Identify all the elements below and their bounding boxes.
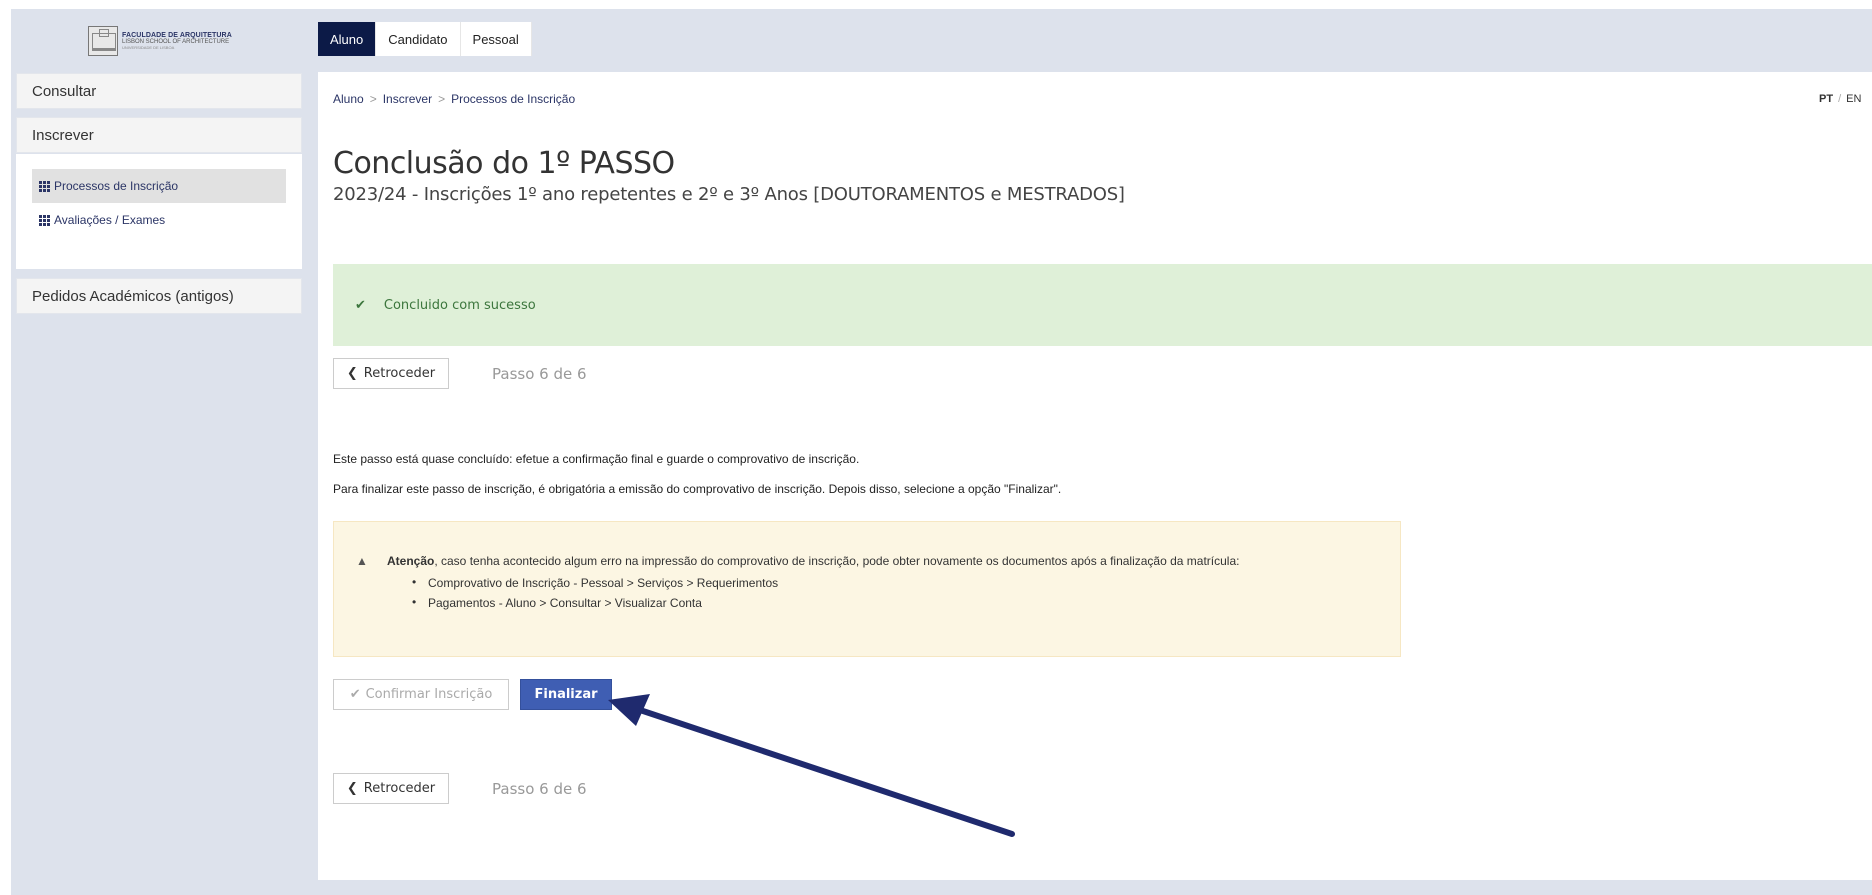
back-button-label: Retroceder (363, 366, 436, 381)
sidebar-submenu: Processos de Inscrição Avaliações / Exam… (16, 154, 302, 269)
list-item: Comprovativo de Inscrição - Pessoal > Se… (412, 575, 778, 590)
sidebar-item-inscrever[interactable]: Inscrever (16, 117, 302, 153)
step-indicator: Passo 6 de 6 (492, 780, 587, 798)
success-message: Concluido com sucesso (383, 297, 536, 313)
tab-aluno[interactable]: Aluno (318, 22, 377, 56)
warning-icon: ▲ (356, 554, 368, 568)
faculty-logo[interactable]: FACULDADE DE ARQUITETURA LISBON SCHOOL O… (88, 26, 236, 56)
sidebar-item-consultar[interactable]: Consultar (16, 73, 302, 109)
sidebar-item-avaliacoes-exames[interactable]: Avaliações / Exames (32, 203, 286, 237)
finalize-button[interactable]: Finalizar (520, 679, 612, 710)
breadcrumb-link-inscrever[interactable]: Inscrever (383, 92, 432, 106)
breadcrumb-separator: > (369, 92, 377, 106)
warning-message: Atenção, caso tenha acontecido algum err… (387, 554, 1239, 568)
sidebar-item-label: Avaliações / Exames (54, 213, 166, 227)
top-tabs: Aluno Candidato Pessoal (318, 22, 532, 56)
success-alert: ✔ Concluido com sucesso (333, 264, 1872, 346)
grid-icon (39, 180, 50, 192)
breadcrumb-separator: > (438, 92, 446, 106)
logo-line-3: UNIVERSIDADE DE LISBOA (122, 44, 175, 50)
chevron-left-icon: ❮ (346, 781, 358, 796)
lang-pt-link[interactable]: PT (1819, 93, 1833, 105)
breadcrumb: Aluno > Inscrever > Processos de Inscrição (333, 92, 575, 106)
confirm-button-label: Confirmar Inscrição (365, 687, 493, 702)
back-button-label: Retroceder (363, 781, 436, 796)
instruction-text: Este passo está quase concluído: efetue … (333, 452, 860, 466)
breadcrumb-link-aluno[interactable]: Aluno (333, 92, 364, 106)
lang-en-link[interactable]: EN (1846, 93, 1861, 105)
back-button[interactable]: ❮ Retroceder (333, 358, 449, 389)
check-icon: ✔ (355, 297, 366, 313)
sidebar-item-pedidos-academicos[interactable]: Pedidos Académicos (antigos) (16, 278, 302, 314)
lang-separator: / (1838, 93, 1842, 105)
warning-title: Atenção (387, 554, 435, 568)
main-panel: Aluno > Inscrever > Processos de Inscrição P… (318, 72, 1872, 880)
back-button[interactable]: ❮ Retroceder (333, 773, 449, 804)
chevron-left-icon: ❮ (346, 366, 358, 381)
warning-list: Comprovativo de Inscrição - Pessoal > Se… (412, 575, 778, 616)
page-subtitle: 2023/24 - Inscrições 1º ano repetentes e… (333, 184, 1125, 205)
page-title: Conclusão do 1º PASSO (333, 146, 675, 181)
warning-body: , caso tenha acontecido algum erro na im… (434, 554, 1240, 568)
list-item: Pagamentos - Aluno > Consultar > Visuali… (412, 595, 778, 610)
logo-icon (88, 26, 118, 56)
step-indicator: Passo 6 de 6 (492, 365, 587, 383)
grid-icon (39, 214, 50, 226)
confirm-inscription-button[interactable]: ✔ Confirmar Inscrição (333, 679, 509, 710)
warning-alert: ▲ Atenção, caso tenha acontecido algum e… (333, 521, 1401, 657)
logo-line-1: FACULDADE DE ARQUITETURA (122, 32, 232, 40)
sidebar-item-label: Processos de Inscrição (54, 179, 179, 193)
instruction-text: Para finalizar este passo de inscrição, … (333, 482, 1062, 496)
language-switcher: PT / EN (1819, 93, 1861, 105)
tab-pessoal[interactable]: Pessoal (460, 22, 532, 56)
sidebar-item-processos-de-inscricao[interactable]: Processos de Inscrição (32, 169, 286, 203)
breadcrumb-link-processos[interactable]: Processos de Inscrição (451, 92, 575, 106)
check-icon: ✔ (349, 687, 361, 702)
tab-candidato[interactable]: Candidato (376, 22, 461, 56)
